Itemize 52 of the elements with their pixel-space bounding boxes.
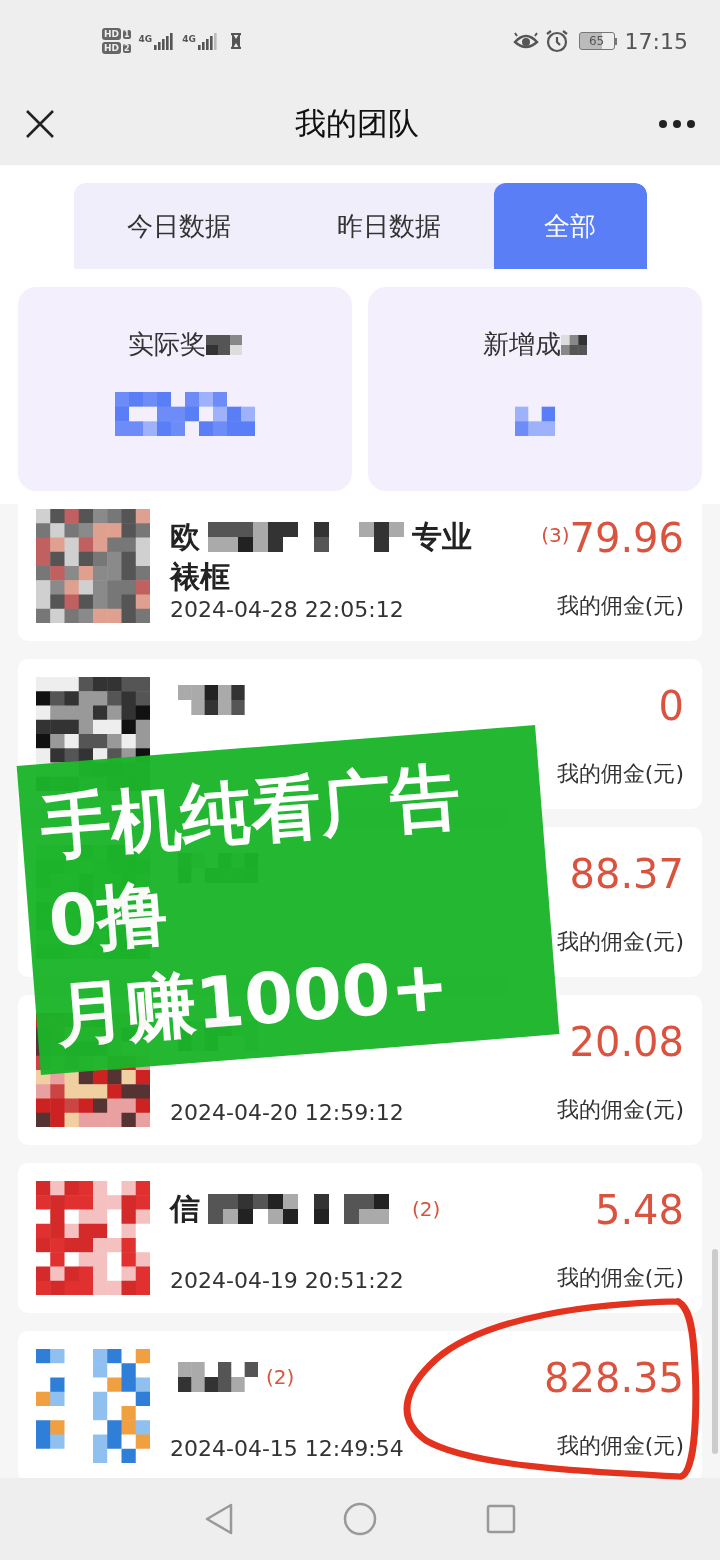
date-text: 2024-04-20 12:59:12: [170, 1100, 405, 1125]
stat-label: 新增成: [483, 328, 561, 361]
member-name: 欧: [170, 518, 200, 556]
commission-amount: 5.48: [594, 1187, 684, 1233]
back-button[interactable]: [204, 1502, 235, 1536]
eye-icon: [512, 32, 539, 50]
redaction-mosaic: [561, 334, 587, 355]
network-type: 4G: [138, 34, 153, 44]
commission-amount: 20.08: [569, 1019, 684, 1065]
member-name: 信: [170, 1190, 200, 1228]
commission-label: 我的佣金(元): [556, 760, 684, 788]
commission-label: 我的佣金(元): [556, 1432, 684, 1460]
sim-slot: 2: [123, 43, 131, 53]
tab[interactable]: 昨日数据: [283, 183, 494, 269]
record-card[interactable]: (2) 2024-04-15 12:49:54 828.35 我的佣金(元): [18, 1331, 702, 1478]
commission-label: 我的佣金(元): [556, 928, 684, 956]
sim-label: HD: [102, 28, 121, 40]
record-card[interactable]: 信 (2) 2024-04-19 20:51:22 5.48 我的佣金(元): [18, 1163, 702, 1313]
member-name: 裱框: [170, 558, 230, 596]
signal-icon: [197, 32, 218, 50]
commission-label: 我的佣金(元): [556, 592, 684, 620]
count-label: (2): [266, 1364, 295, 1391]
stat-label: 实际奖: [128, 328, 206, 361]
member-name: 专业: [412, 518, 472, 556]
commission-amount: 828.35: [544, 1355, 684, 1401]
date-text: 2024-04-28 22:05:12: [170, 597, 405, 622]
network-type: 4G: [182, 34, 196, 44]
hourglass-icon: [229, 33, 242, 49]
count-label: (3): [541, 523, 570, 547]
commission-amount: 79.96: [569, 515, 684, 561]
commission-label: 我的佣金(元): [556, 1264, 684, 1292]
date-text: 2024-04-19 20:51:22: [170, 1268, 405, 1293]
date-text: 2024-04-15 12:49:54: [170, 1436, 405, 1461]
battery-level: 65: [578, 32, 615, 50]
promo-text: 0撸: [45, 870, 172, 965]
commission-label: 我的佣金(元): [556, 1096, 684, 1124]
close-button[interactable]: [24, 107, 56, 140]
clock-time: 17:15: [624, 28, 688, 54]
commission-amount: 88.37: [569, 851, 684, 897]
commission-amount: 0: [658, 683, 684, 729]
tab[interactable]: 全部: [493, 183, 647, 269]
alarm-icon: [544, 29, 569, 53]
more-button[interactable]: [658, 118, 696, 129]
sim-label: HD: [102, 42, 121, 54]
signal-icon: [154, 32, 175, 50]
page-title: 我的团队: [295, 103, 419, 143]
redaction-mosaic: [206, 334, 242, 355]
tab[interactable]: 今日数据: [73, 183, 284, 269]
recents-button[interactable]: [485, 1504, 516, 1534]
sim-slot: 1: [123, 29, 131, 39]
home-button[interactable]: [343, 1502, 377, 1536]
count-label: (2): [412, 1196, 441, 1223]
